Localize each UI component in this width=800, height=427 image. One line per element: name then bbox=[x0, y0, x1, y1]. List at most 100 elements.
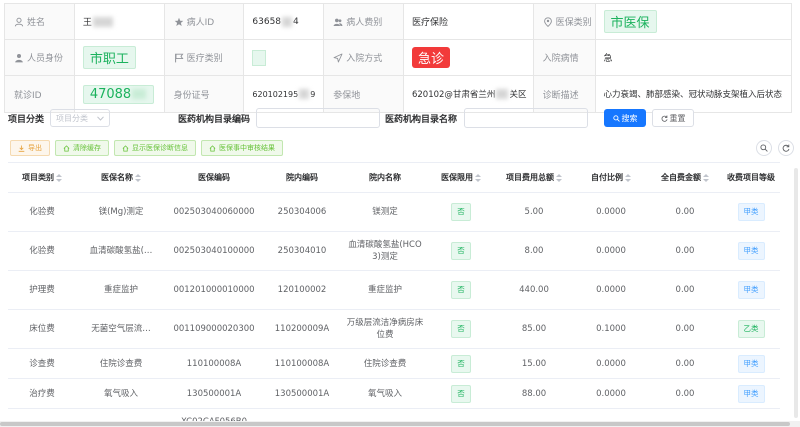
table-row[interactable]: 治疗费 氧气吸入 130500001A 130500001A 氧气吸入 否 88… bbox=[8, 379, 780, 409]
insurance-type-label: 医保类别 bbox=[555, 18, 592, 28]
admission-condition-label-cell: 入院病情 bbox=[533, 40, 596, 75]
level-badge: 甲类 bbox=[737, 242, 765, 260]
insured-place-label: 参保地 bbox=[333, 90, 361, 101]
navigation-arrow-icon bbox=[333, 53, 343, 62]
fee-type-value: 医疗保险 bbox=[411, 18, 448, 28]
cell-hosp-name: 氧气吸入 bbox=[367, 388, 402, 399]
table-row[interactable]: 护理费 重症监护 001201000010000 120100002 重症监护 … bbox=[8, 271, 780, 310]
cell-category: 床位费 bbox=[29, 324, 55, 334]
export-button[interactable]: 导出 bbox=[10, 140, 50, 156]
search-button[interactable]: 搜索 bbox=[604, 109, 647, 127]
cell-self-ratio: 0.0000 bbox=[596, 207, 626, 217]
medical-type-value-cell bbox=[244, 40, 325, 75]
cell-limited: 否 bbox=[428, 320, 494, 338]
cell-limited: 否 bbox=[428, 281, 494, 299]
cell-self-amount: 0.00 bbox=[675, 388, 695, 399]
table-row[interactable]: 化验费 血清碳酸氢盐(… 002503040100000 250304010 血… bbox=[8, 232, 780, 271]
name-value-cell: 王 bbox=[75, 4, 165, 39]
insurance-type-tag: 市医保 bbox=[603, 10, 657, 33]
header-category[interactable]: 项目类别 bbox=[8, 172, 76, 183]
id-card-prefix: 620102195 bbox=[252, 89, 299, 99]
cell-self-amount: 0.00 bbox=[675, 358, 695, 369]
admission-condition-value: 急 bbox=[603, 54, 613, 64]
header-text: 自付比例 bbox=[591, 173, 623, 182]
refresh-icon bbox=[782, 144, 790, 152]
cell-hosp-code: 130500001A bbox=[274, 388, 330, 399]
masked-text bbox=[92, 16, 113, 27]
id-card-suffix: 9 bbox=[310, 89, 316, 99]
fee-type-label: 病人费别 bbox=[346, 18, 383, 28]
info-row-2: 人员身份 市职工 医疗类别 入院方式 急诊 入院病情 急 bbox=[5, 40, 791, 76]
level-badge: 甲类 bbox=[737, 354, 765, 373]
cell-total: 5.00 bbox=[524, 207, 544, 217]
cell-ins-name: 血清碳酸氢盐(… bbox=[89, 246, 153, 256]
identity-label: 人员身份 bbox=[27, 54, 64, 64]
fee-type-value-cell: 医疗保险 bbox=[404, 4, 534, 39]
users-icon bbox=[333, 18, 343, 26]
audit-result-button[interactable]: 医保事中审核结果 bbox=[201, 140, 283, 156]
header-self-ratio[interactable]: 自付比例 bbox=[574, 172, 648, 183]
catalog-name-input[interactable] bbox=[464, 108, 589, 128]
header-text: 医保编码 bbox=[198, 173, 230, 182]
header-hosp-code: 院内编码 bbox=[262, 172, 342, 183]
header-ins-name[interactable]: 医保名称 bbox=[76, 172, 166, 183]
cell-level: 甲类 bbox=[722, 354, 780, 373]
header-text: 项目类别 bbox=[22, 173, 54, 182]
cell-ins-code: 110100008A bbox=[186, 358, 242, 369]
cell-self-ratio: 0.0000 bbox=[596, 358, 626, 369]
cell-ins-name: 住院诊查费 bbox=[99, 358, 143, 369]
admission-mode-tag: 急诊 bbox=[411, 47, 450, 68]
id-card-value-cell: 620102195 9 bbox=[244, 76, 325, 112]
cell-ins-name: 镁(Mg)测定 bbox=[98, 207, 144, 217]
show-diagnosis-button[interactable]: 显示医保诊断信息 bbox=[114, 140, 196, 156]
admission-condition-value-cell: 急 bbox=[596, 40, 791, 75]
insured-place-prefix: 620102@甘肃省兰州 bbox=[411, 90, 496, 100]
cell-category: 化验费 bbox=[29, 207, 55, 217]
insurance-type-label-cell: 医保类别 bbox=[533, 4, 596, 39]
star-icon bbox=[174, 17, 183, 26]
chevron-down-icon bbox=[97, 115, 104, 121]
table-row[interactable]: 床位费 无菌空气层流… 001109000020300 110200009A 万… bbox=[8, 310, 780, 349]
export-button-label: 导出 bbox=[28, 144, 42, 152]
masked-text bbox=[299, 89, 310, 99]
info-row-1: 姓名 王 病人ID 63658 4 病人费别 医疗保险 医保类别 市医保 bbox=[5, 4, 791, 40]
cell-hosp-name: 万级层流洁净病房床位费 bbox=[346, 318, 424, 340]
table-row[interactable]: 诊查费 住院诊查费 110100008A 110100008A 住院诊查费 否 … bbox=[8, 349, 780, 379]
scrollbar-thumb[interactable] bbox=[0, 422, 790, 426]
cell-level: 乙类 bbox=[722, 320, 780, 338]
category-select[interactable]: 项目分类 bbox=[50, 109, 111, 127]
sort-icon bbox=[703, 173, 709, 183]
header-text: 院内编码 bbox=[286, 173, 318, 182]
header-level: 收费项目等级 bbox=[722, 172, 780, 183]
masked-text bbox=[282, 16, 293, 27]
masked-text bbox=[132, 89, 147, 99]
refresh-button[interactable] bbox=[778, 140, 794, 156]
cell-level: 甲类 bbox=[722, 203, 780, 221]
catalog-code-label: 医药机构目录编码 bbox=[178, 114, 251, 125]
cell-ins-code: 002503040100000 bbox=[173, 246, 255, 256]
search-toggle-button[interactable] bbox=[756, 140, 772, 156]
cell-total: 88.00 bbox=[521, 388, 547, 399]
clear-cache-button[interactable]: 清除缓存 bbox=[55, 140, 109, 156]
diagnosis-value: 心力衰竭、肺部感染、冠状动脉支架植入后状态 bbox=[603, 90, 783, 100]
cell-ins-code: 001109000020300 bbox=[173, 324, 255, 334]
admission-mode-label: 入院方式 bbox=[346, 54, 383, 64]
admission-mode-label-cell: 入院方式 bbox=[324, 40, 404, 75]
reset-button[interactable]: 重置 bbox=[652, 109, 695, 127]
table-row[interactable]: 化验费 镁(Mg)测定 002503040060000 250304006 镁测… bbox=[8, 193, 780, 232]
medical-type-label-cell: 医疗类别 bbox=[164, 40, 245, 75]
cell-total: 85.00 bbox=[521, 324, 547, 334]
cell-self-ratio: 0.0000 bbox=[596, 246, 626, 256]
header-limited[interactable]: 医保限用 bbox=[428, 172, 494, 183]
diagnosis-label: 诊断描述 bbox=[542, 90, 579, 101]
catalog-code-input[interactable] bbox=[256, 108, 381, 128]
cell-limited: 否 bbox=[428, 242, 494, 260]
header-total[interactable]: 项目费用总额 bbox=[494, 172, 574, 183]
vertical-scrollbar[interactable] bbox=[794, 168, 798, 418]
horizontal-scrollbar[interactable] bbox=[0, 421, 800, 427]
user-icon bbox=[14, 17, 24, 26]
search-bar: 项目分类 项目分类 医药机构目录编码 医药机构目录名称 搜索 重置 bbox=[8, 108, 788, 128]
id-card-label-cell: 身份证号 bbox=[164, 76, 245, 112]
limited-badge: 否 bbox=[451, 281, 471, 299]
header-self-amount[interactable]: 全自费金额 bbox=[648, 172, 722, 183]
